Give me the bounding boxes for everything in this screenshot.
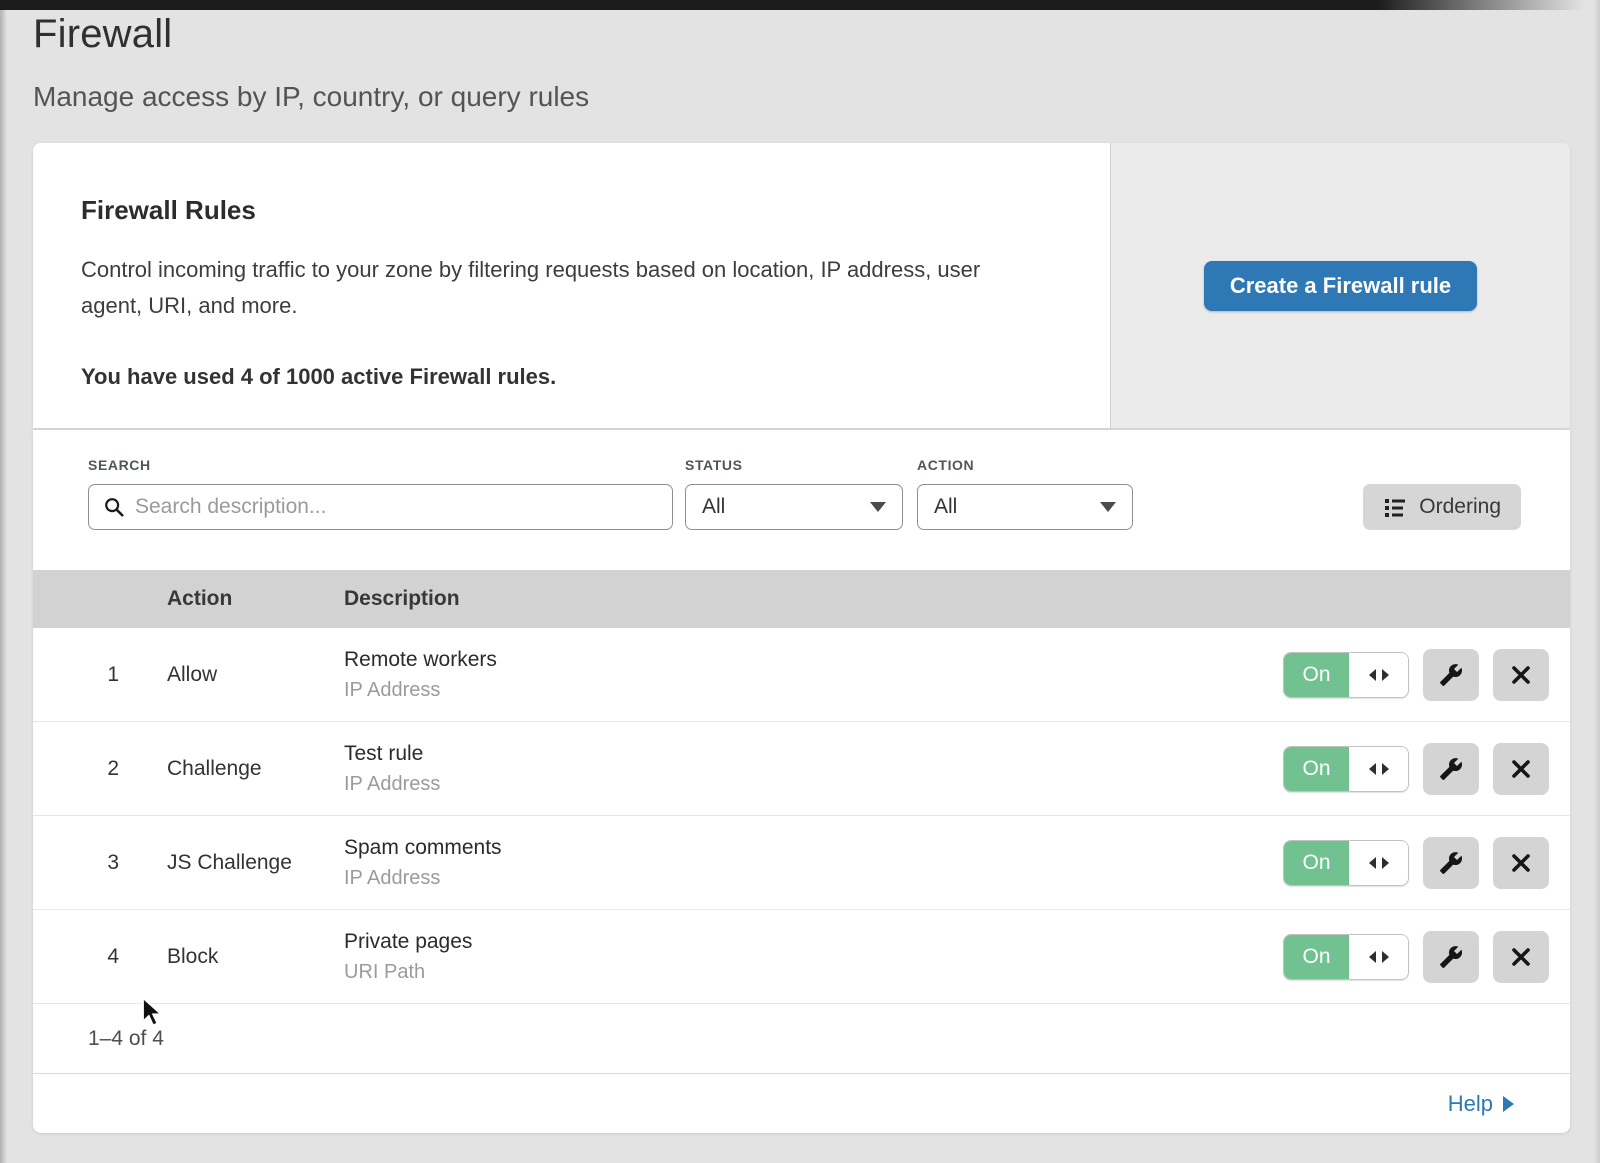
rule-match-type: URI Path <box>344 961 1283 984</box>
rule-action: JS Challenge <box>167 851 344 875</box>
intro-heading: Firewall Rules <box>81 195 1050 226</box>
search-label: SEARCH <box>88 457 151 473</box>
wrench-icon <box>1439 757 1463 781</box>
firewall-rules-intro-card: Firewall Rules Control incoming traffic … <box>33 143 1570 428</box>
table-row: 3 JS Challenge Spam comments IP Address … <box>33 816 1570 910</box>
close-icon <box>1510 946 1532 968</box>
wrench-icon <box>1439 945 1463 969</box>
search-input[interactable] <box>135 495 658 519</box>
toggle-on-label: On <box>1284 653 1349 697</box>
firewall-page: Firewall Manage access by IP, country, o… <box>0 0 1600 1163</box>
rule-description: Test rule <box>344 742 1283 766</box>
card-footer: Help <box>33 1074 1570 1133</box>
window-right-edge <box>1594 0 1600 1163</box>
ordering-button[interactable]: Ordering <box>1363 484 1521 530</box>
window-top-edge <box>0 0 1600 10</box>
toggle-on-label: On <box>1284 841 1349 885</box>
status-select[interactable]: All <box>685 484 903 530</box>
firewall-rules-list-card: SEARCH STATUS All ACTION All <box>33 430 1570 1133</box>
delete-rule-button[interactable] <box>1493 837 1549 889</box>
rule-priority: 2 <box>33 757 167 781</box>
intro-text-panel: Firewall Rules Control incoming traffic … <box>33 143 1110 428</box>
edit-rule-button[interactable] <box>1423 837 1479 889</box>
pagination-status: 1–4 of 4 <box>33 1004 1570 1074</box>
toggle-on-label: On <box>1284 747 1349 791</box>
rule-action: Block <box>167 945 344 969</box>
edit-rule-button[interactable] <box>1423 931 1479 983</box>
rule-description: Spam comments <box>344 836 1283 860</box>
close-icon <box>1510 664 1532 686</box>
page-header: Firewall Manage access by IP, country, o… <box>33 12 589 113</box>
rule-description: Remote workers <box>344 648 1283 672</box>
page-title: Firewall <box>33 12 589 57</box>
rule-match-type: IP Address <box>344 679 1283 702</box>
rule-enable-toggle[interactable]: On <box>1283 652 1409 698</box>
chevron-down-icon <box>1100 502 1116 512</box>
action-column-header: Action <box>167 587 344 611</box>
toggle-on-label: On <box>1284 935 1349 979</box>
rules-usage-count: You have used 4 of 1000 active Firewall … <box>81 364 1050 390</box>
page-subtitle: Manage access by IP, country, or query r… <box>33 81 589 113</box>
ordering-list-icon <box>1383 495 1407 519</box>
left-right-arrows-icon <box>1366 853 1392 873</box>
table-row: 4 Block Private pages URI Path On <box>33 910 1570 1004</box>
left-right-arrows-icon <box>1366 665 1392 685</box>
rule-enable-toggle[interactable]: On <box>1283 934 1409 980</box>
triangle-right-icon <box>1503 1096 1514 1112</box>
action-select-value: All <box>934 495 957 519</box>
rule-enable-toggle[interactable]: On <box>1283 746 1409 792</box>
rule-action: Challenge <box>167 757 344 781</box>
rule-description: Private pages <box>344 930 1283 954</box>
help-link[interactable]: Help <box>1448 1091 1514 1117</box>
table-header: Action Description <box>33 570 1570 628</box>
rule-match-type: IP Address <box>344 867 1283 890</box>
delete-rule-button[interactable] <box>1493 931 1549 983</box>
close-icon <box>1510 758 1532 780</box>
rule-priority: 4 <box>33 945 167 969</box>
left-right-arrows-icon <box>1366 947 1392 967</box>
edit-rule-button[interactable] <box>1423 649 1479 701</box>
wrench-icon <box>1439 851 1463 875</box>
rule-enable-toggle[interactable]: On <box>1283 840 1409 886</box>
description-column-header: Description <box>344 587 1549 611</box>
close-icon <box>1510 852 1532 874</box>
filters-bar: SEARCH STATUS All ACTION All <box>33 430 1570 570</box>
wrench-icon <box>1439 663 1463 687</box>
help-link-label: Help <box>1448 1091 1493 1117</box>
create-firewall-rule-button[interactable]: Create a Firewall rule <box>1204 261 1477 311</box>
rule-priority: 3 <box>33 851 167 875</box>
action-select[interactable]: All <box>917 484 1133 530</box>
ordering-button-label: Ordering <box>1419 495 1501 519</box>
table-row: 2 Challenge Test rule IP Address On <box>33 722 1570 816</box>
edit-rule-button[interactable] <box>1423 743 1479 795</box>
status-label: STATUS <box>685 457 743 473</box>
intro-description: Control incoming traffic to your zone by… <box>81 252 1041 324</box>
left-right-arrows-icon <box>1366 759 1392 779</box>
action-label: ACTION <box>917 457 974 473</box>
chevron-down-icon <box>870 502 886 512</box>
delete-rule-button[interactable] <box>1493 743 1549 795</box>
rule-priority: 1 <box>33 663 167 687</box>
create-rule-panel: Create a Firewall rule <box>1110 143 1570 428</box>
table-row: 1 Allow Remote workers IP Address On <box>33 628 1570 722</box>
rule-match-type: IP Address <box>344 773 1283 796</box>
status-select-value: All <box>702 495 725 519</box>
search-input-wrapper[interactable] <box>88 484 673 530</box>
search-icon <box>103 496 125 518</box>
rule-action: Allow <box>167 663 344 687</box>
window-left-edge <box>0 0 7 1163</box>
delete-rule-button[interactable] <box>1493 649 1549 701</box>
